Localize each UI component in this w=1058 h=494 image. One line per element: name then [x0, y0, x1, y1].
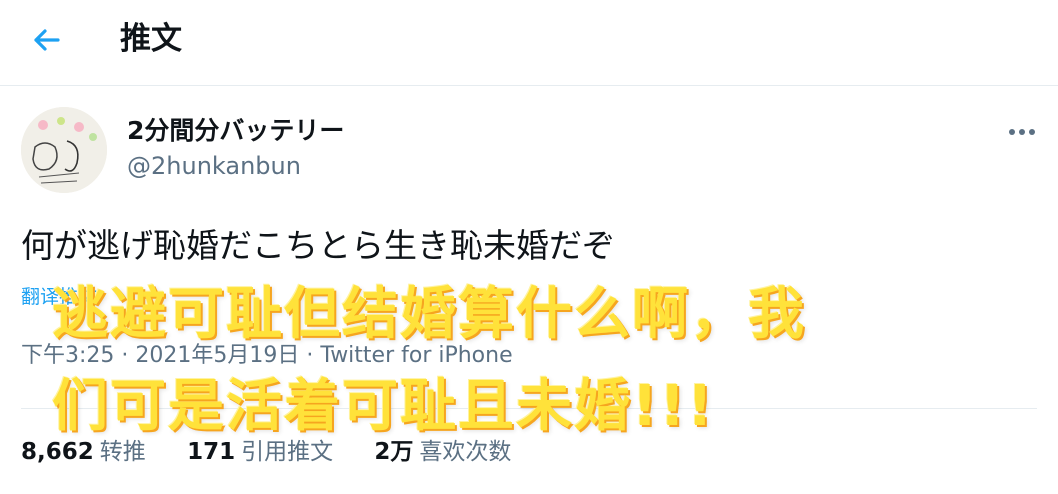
caption-overlay-line-2: 们可是活着可耻且未婚!!!	[52, 374, 715, 439]
page-title: 推文	[120, 21, 182, 57]
tweet-text: 何が逃げ恥婚だこちとら生き恥未婚だぞ	[21, 226, 615, 265]
caption-overlay-line-1: 逃避可耻但结婚算什么啊，我	[52, 282, 806, 347]
more-dots-icon	[1009, 129, 1035, 135]
quotes-label: 引用推文	[241, 439, 334, 465]
quotes-stat[interactable]: 171 引用推文	[187, 439, 340, 465]
more-options-button[interactable]	[1000, 116, 1044, 148]
avatar-image	[21, 107, 107, 193]
author-handle[interactable]: @2hunkanbun	[127, 150, 301, 182]
retweets-label: 转推	[99, 439, 146, 465]
likes-count: 2万	[374, 439, 414, 465]
retweets-count: 8,662	[21, 439, 94, 465]
arrow-left-icon	[34, 29, 60, 51]
back-button[interactable]	[24, 18, 68, 62]
tweet-stats: 8,662 转推 171 引用推文 2万 喜欢次数	[21, 436, 545, 468]
avatar[interactable]	[21, 107, 107, 193]
likes-label: 喜欢次数	[419, 439, 512, 465]
likes-stat[interactable]: 2万 喜欢次数	[374, 439, 511, 465]
top-bar: 推文	[0, 0, 1058, 86]
quotes-count: 171	[187, 439, 236, 465]
author-display-name[interactable]: 2分間分バッテリー	[127, 114, 344, 148]
retweets-stat[interactable]: 8,662 转推	[21, 439, 153, 465]
